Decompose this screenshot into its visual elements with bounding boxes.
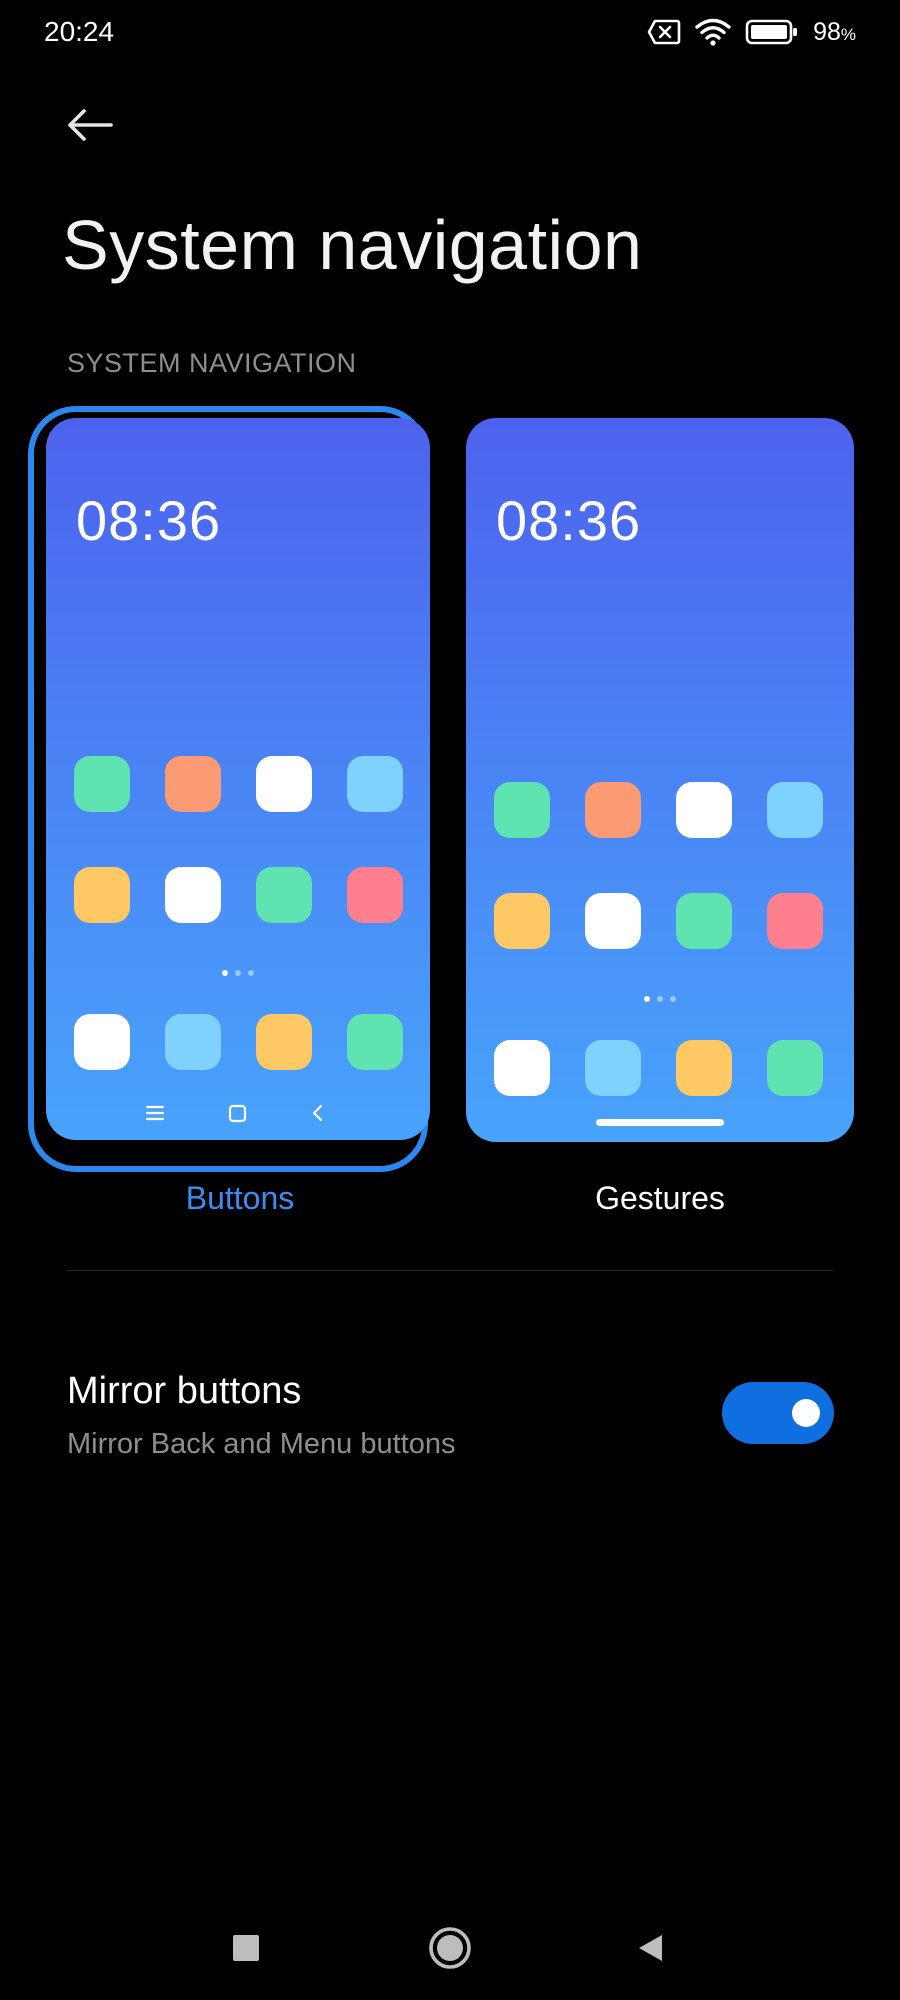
preview-dock [494,1040,824,1096]
preview-app-grid [494,782,824,949]
preview-dock [74,1014,404,1070]
preview-clock: 08:36 [496,489,642,552]
preview-app-icon [256,867,312,923]
preview-app-icon [256,756,312,812]
page-dot [248,970,254,976]
home-square-icon [228,1104,247,1123]
back-triangle-icon [639,1935,662,1961]
toggle-knob [792,1399,820,1427]
preview-app-icon [74,756,130,812]
page-dot [670,996,676,1002]
back-button[interactable] [60,100,120,150]
gestures-preview-screen: 08:36 [466,418,854,1142]
wifi-icon [695,18,731,46]
buttons-option-label[interactable]: Buttons [40,1180,440,1217]
status-time: 20:24 [44,16,115,47]
mirror-buttons-toggle[interactable] [722,1382,834,1444]
gestures-option-card[interactable]: 08:36 [460,406,860,1172]
back-arrow-icon [68,109,113,141]
home-button[interactable] [420,1918,480,1978]
preview-dock-icon [165,1014,221,1070]
page-title: System navigation [62,206,643,284]
preview-clock: 08:36 [76,489,222,552]
preview-app-icon [165,867,221,923]
battery-percent: 98% [813,17,856,46]
page-indicator [46,970,430,976]
system-nav-bar [0,1910,900,1980]
status-icons: 98% [647,14,856,50]
buttons-option-card[interactable]: 08:36 [28,406,430,1172]
page-dot [235,970,241,976]
preview-app-icon [494,893,550,949]
preview-dock-icon [256,1014,312,1070]
page-dot [222,970,228,976]
section-header: SYSTEM NAVIGATION [67,348,357,378]
preview-dock-icon [494,1040,550,1096]
home-circle-icon [429,1927,471,1969]
preview-app-grid [74,756,404,923]
mirror-buttons-title: Mirror buttons [67,1370,302,1412]
gestures-option-label[interactable]: Gestures [460,1180,860,1217]
preview-app-icon [165,756,221,812]
recents-button[interactable] [216,1918,276,1978]
screen: 20:24 98% System navigation SYSTEM NAVIG… [0,0,900,2000]
preview-app-icon [347,756,403,812]
preview-nav-buttons [46,1102,430,1126]
page-dot [644,996,650,1002]
page-dot [657,996,663,1002]
preview-dock-icon [676,1040,732,1096]
back-chevron-icon [312,1104,323,1122]
preview-dock-icon [767,1040,823,1096]
no-sim-icon [647,19,681,45]
battery-icon [745,19,799,45]
preview-app-icon [585,893,641,949]
back-nav-button[interactable] [620,1918,680,1978]
status-bar: 20:24 98% [0,0,900,64]
preview-app-icon [767,893,823,949]
preview-dock-icon [347,1014,403,1070]
divider [67,1270,833,1271]
preview-app-icon [494,782,550,838]
menu-icon [146,1105,164,1121]
gesture-bar [596,1119,724,1126]
preview-app-icon [676,782,732,838]
buttons-preview-screen: 08:36 [46,418,430,1140]
page-indicator [466,996,854,1002]
preview-dock-icon [585,1040,641,1096]
preview-app-icon [767,782,823,838]
mirror-buttons-setting[interactable]: Mirror buttons Mirror Back and Menu butt… [0,1360,900,1480]
preview-app-icon [74,867,130,923]
preview-dock-icon [74,1014,130,1070]
preview-app-icon [676,893,732,949]
recents-square-icon [233,1935,259,1961]
preview-app-icon [347,867,403,923]
mirror-buttons-subtitle: Mirror Back and Menu buttons [67,1428,456,1460]
preview-app-icon [585,782,641,838]
